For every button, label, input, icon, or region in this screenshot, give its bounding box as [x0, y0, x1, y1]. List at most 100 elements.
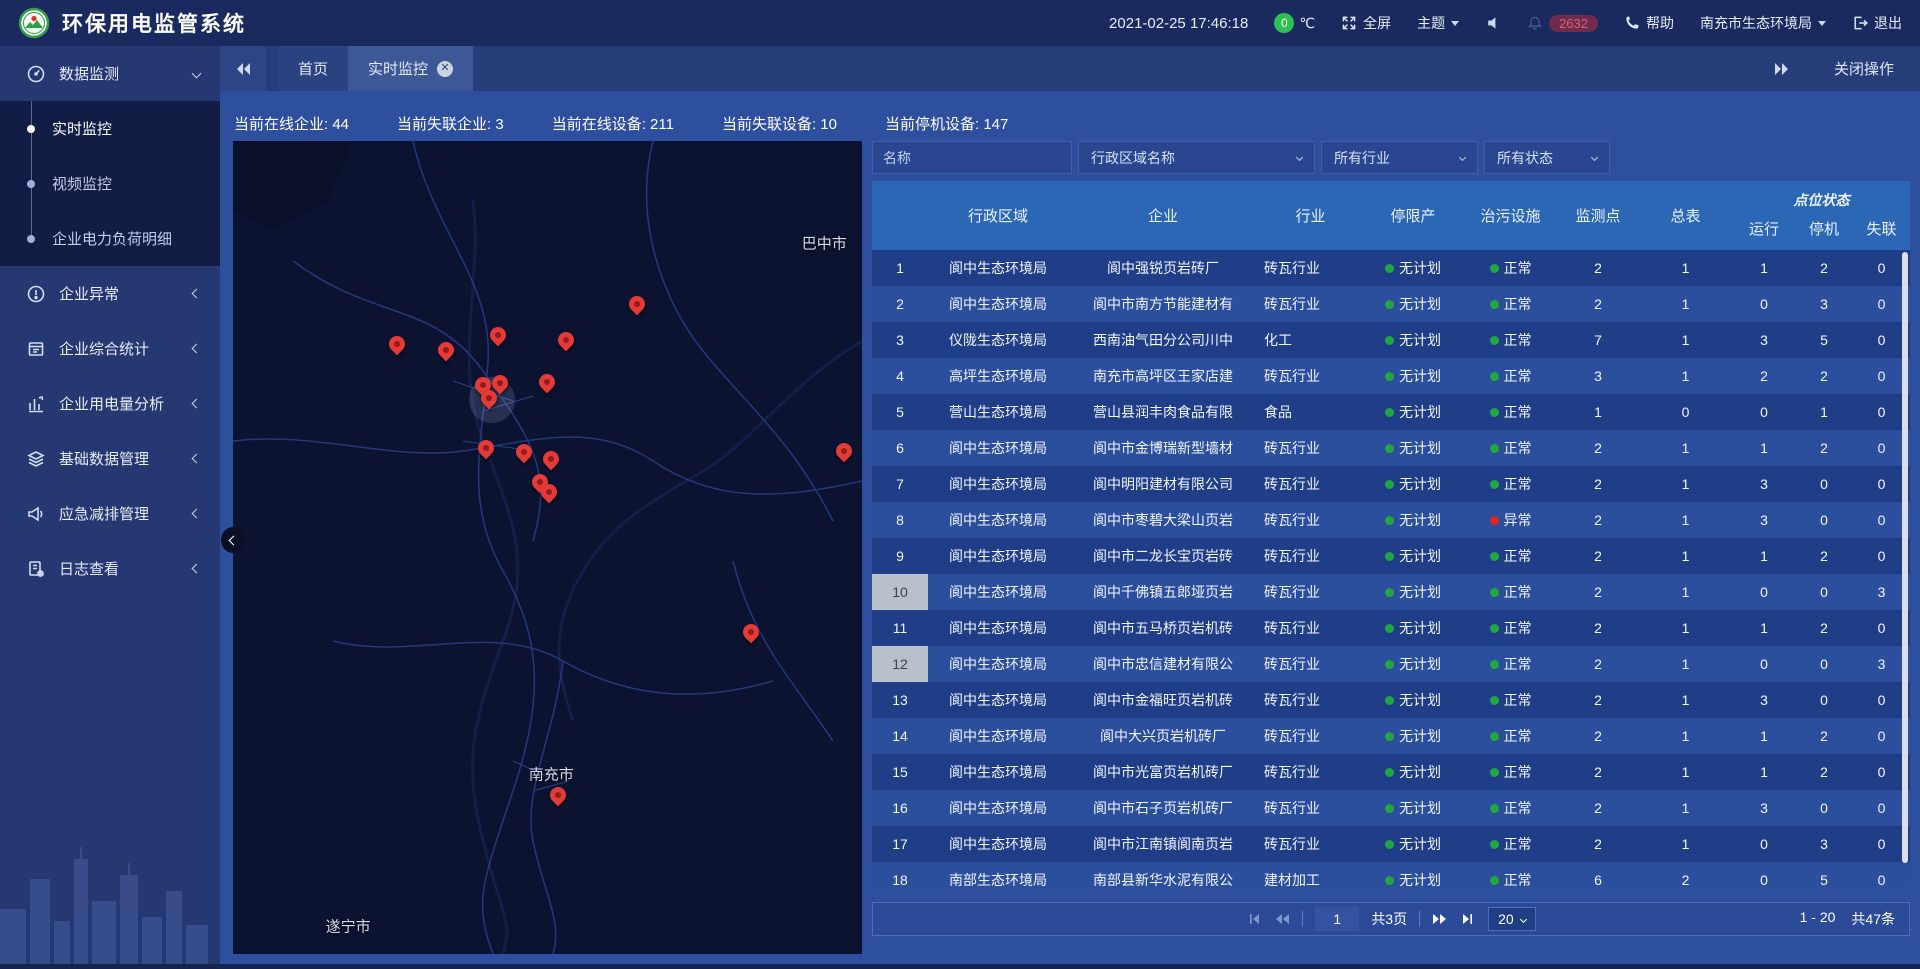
sidebar-item-enterprise-stats[interactable]: 企业综合统计	[0, 321, 220, 376]
status-ok-dot	[1385, 768, 1394, 777]
theme-menu[interactable]: 主题	[1417, 13, 1459, 33]
cell-run-count: 0	[1733, 862, 1795, 886]
sidebar-item-data-monitor[interactable]: 数据监测	[0, 46, 220, 101]
cell-run-count: 0	[1733, 574, 1795, 610]
table-row[interactable]: 14阆中生态环境局阆中大兴页岩机砖厂砖瓦行业无计划正常21120	[872, 718, 1910, 754]
sidebar-collapse-button[interactable]	[221, 527, 245, 553]
map-pin[interactable]	[558, 332, 576, 354]
tabs-scroll-left-button[interactable]	[220, 46, 266, 91]
sidebar-item-enterprise-abnormal[interactable]: 企业异常	[0, 266, 220, 321]
last-page-button[interactable]	[1460, 911, 1476, 927]
status-ok-dot	[1385, 804, 1394, 813]
table-row[interactable]: 17阆中生态环境局阆中市江南镇阆南页岩砖瓦行业无计划正常21030	[872, 826, 1910, 862]
sound-toggle[interactable]	[1485, 15, 1501, 31]
app-title: 环保用电监管系统	[62, 8, 246, 38]
industry-filter-select[interactable]: 所有行业	[1321, 141, 1478, 174]
map-pin[interactable]	[478, 440, 496, 462]
table-row[interactable]: 12阆中生态环境局阆中市忠信建材有限公砖瓦行业无计划正常21003	[872, 646, 1910, 682]
cell-plan-status: 无计划	[1363, 718, 1463, 754]
first-page-button[interactable]	[1246, 911, 1262, 927]
notifications-button[interactable]: 2632	[1527, 15, 1598, 32]
header-plan: 停限产	[1363, 181, 1463, 250]
cell-monitor-count: 2	[1558, 502, 1638, 538]
cell-run-count: 1	[1733, 610, 1795, 646]
cell-company: 阆中市金博瑞新型墙材	[1068, 430, 1258, 466]
cell-industry: 砖瓦行业	[1258, 538, 1363, 574]
tab-home[interactable]: 首页	[278, 46, 348, 91]
fullscreen-button[interactable]: 全屏	[1341, 13, 1391, 33]
map-pin[interactable]	[836, 443, 854, 465]
sidebar-item-realtime-monitor[interactable]: 实时监控	[0, 101, 220, 156]
cell-run-count: 3	[1733, 322, 1795, 358]
row-index-cell: 12	[872, 646, 928, 682]
status-filter-value: 所有状态	[1497, 148, 1553, 168]
help-button[interactable]: 帮助	[1624, 13, 1674, 33]
region-filter-select[interactable]: 行政区域名称	[1078, 141, 1315, 174]
cell-company: 阆中市金福旺页岩机砖	[1068, 682, 1258, 718]
sidebar-item-label: 数据监测	[59, 63, 119, 84]
name-filter-input[interactable]	[872, 141, 1072, 174]
map-pin[interactable]	[481, 390, 499, 412]
fullscreen-icon	[1341, 15, 1357, 31]
table-row[interactable]: 2阆中生态环境局阆中市南方节能建材有砖瓦行业无计划正常21030	[872, 286, 1910, 322]
logout-button[interactable]: 退出	[1852, 13, 1902, 33]
page-number-input[interactable]	[1315, 907, 1359, 931]
table-row[interactable]: 9阆中生态环境局阆中市二龙长宝页岩砖砖瓦行业无计划正常21120	[872, 538, 1910, 574]
row-index-cell: 16	[872, 790, 928, 826]
map-pin[interactable]	[629, 296, 647, 318]
stat-item: 当前在线企业: 44	[234, 113, 349, 134]
next-page-button[interactable]	[1432, 911, 1448, 927]
table-row[interactable]: 18南部生态环境局南部县新华水泥有限公建材加工无计划正常62050	[872, 862, 1910, 886]
cell-industry: 化工	[1258, 322, 1363, 358]
table-scrollbar[interactable]	[1902, 252, 1908, 863]
cell-industry: 砖瓦行业	[1258, 502, 1363, 538]
stat-item: 当前失联企业: 3	[397, 113, 504, 134]
map-pin[interactable]	[389, 336, 407, 358]
tab-close-icon[interactable]: ✕	[437, 61, 453, 77]
table-row[interactable]: 6阆中生态环境局阆中市金博瑞新型墙材砖瓦行业无计划正常21120	[872, 430, 1910, 466]
map-pin[interactable]	[541, 484, 559, 506]
table-row[interactable]: 1阆中生态环境局阆中强锐页岩砖厂砖瓦行业无计划正常21120	[872, 250, 1910, 286]
map-pin[interactable]	[539, 374, 557, 396]
sidebar-item-power-analysis[interactable]: 企业用电量分析	[0, 376, 220, 431]
temperature-unit: ℃	[1299, 15, 1315, 32]
map-pin[interactable]	[550, 787, 568, 809]
prev-page-button[interactable]	[1274, 911, 1290, 927]
tabs-scroll-right-button[interactable]	[1774, 62, 1790, 76]
sidebar-item-log-view[interactable]: 日志查看	[0, 541, 220, 596]
cell-plan-status: 无计划	[1363, 574, 1463, 610]
map-panel[interactable]: 巴中市南充市遂宁市	[233, 141, 862, 954]
status-ok-dot	[1490, 876, 1499, 885]
sidebar-item-video-monitor[interactable]: 视频监控	[0, 156, 220, 211]
table-row[interactable]: 3仪陇生态环境局西南油气田分公司川中化工无计划正常71350	[872, 322, 1910, 358]
page-size-select[interactable]: 20	[1488, 907, 1536, 931]
row-index-cell: 8	[872, 502, 928, 538]
table-row[interactable]: 5营山生态环境局营山县润丰肉食品有限食品无计划正常10010	[872, 394, 1910, 430]
table-row[interactable]: 4高坪生态环境局南充市高坪区王家店建砖瓦行业无计划正常31220	[872, 358, 1910, 394]
sidebar-item-power-load-detail[interactable]: 企业电力负荷明细	[0, 211, 220, 266]
sidebar-item-emergency-reduction[interactable]: 应急减排管理	[0, 486, 220, 541]
map-pin[interactable]	[543, 451, 561, 473]
map-pin[interactable]	[490, 327, 508, 349]
table-row[interactable]: 8阆中生态环境局阆中市枣碧大梁山页岩砖瓦行业无计划异常21300	[872, 502, 1910, 538]
tab-label: 实时监控	[368, 58, 428, 79]
status-filter-select[interactable]: 所有状态	[1484, 141, 1610, 174]
table-row[interactable]: 11阆中生态环境局阆中市五马桥页岩机砖砖瓦行业无计划正常21120	[872, 610, 1910, 646]
table-row[interactable]: 15阆中生态环境局阆中市光富页岩机砖厂砖瓦行业无计划正常21120	[872, 754, 1910, 790]
status-ok-dot	[1490, 588, 1499, 597]
table-row[interactable]: 7阆中生态环境局阆中明阳建材有限公司砖瓦行业无计划正常21300	[872, 466, 1910, 502]
sidebar-item-base-data[interactable]: 基础数据管理	[0, 431, 220, 486]
close-operations-button[interactable]: 关闭操作	[1834, 58, 1894, 79]
tab-realtime-monitor[interactable]: 实时监控 ✕	[348, 46, 473, 91]
filter-bar: 行政区域名称 所有行业 所有状态	[872, 141, 1910, 174]
map-pin[interactable]	[743, 624, 761, 646]
row-index-cell: 5	[872, 394, 928, 430]
map-pin[interactable]	[516, 444, 534, 466]
user-menu[interactable]: 南充市生态环境局	[1700, 13, 1826, 33]
status-ok-dot	[1385, 552, 1394, 561]
table-row[interactable]: 10阆中生态环境局阆中千佛镇五郎垭页岩砖瓦行业无计划正常21003	[872, 574, 1910, 610]
header-lost: 失联	[1853, 212, 1910, 250]
table-row[interactable]: 16阆中生态环境局阆中市石子页岩机砖厂砖瓦行业无计划正常21300	[872, 790, 1910, 826]
table-row[interactable]: 13阆中生态环境局阆中市金福旺页岩机砖砖瓦行业无计划正常21300	[872, 682, 1910, 718]
map-pin[interactable]	[438, 342, 456, 364]
